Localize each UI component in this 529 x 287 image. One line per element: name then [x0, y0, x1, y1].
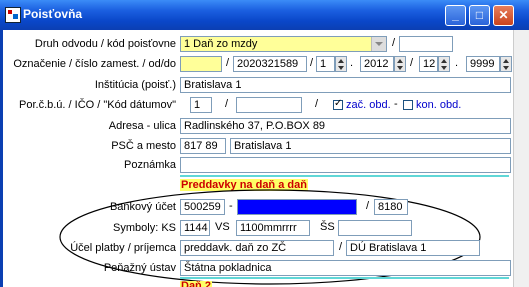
ks-input[interactable]: 1144 — [180, 220, 210, 236]
bank-account-prefix-input[interactable]: 500259 — [180, 199, 225, 215]
section-separator-2 — [180, 277, 509, 279]
prijemca-input[interactable]: DÚ Bratislava 1 — [346, 240, 480, 256]
vs-input[interactable]: 1100mmrrrr — [236, 220, 310, 236]
bank-label: Bankový účet — [109, 201, 176, 213]
bank-code-input[interactable]: 8180 — [374, 199, 408, 215]
slash-sep-7: / — [366, 200, 370, 212]
penazny-input[interactable]: Štátna pokladnica — [180, 260, 511, 276]
ss-input[interactable] — [338, 220, 412, 236]
bank-account-input[interactable] — [237, 199, 357, 215]
next-header: Daň 2 — [180, 281, 212, 287]
vertical-scrollbar[interactable] — [513, 30, 529, 287]
poistovna-window: Poisťovňa _ □ ✕ Druh odvodu / kód poisťo… — [0, 0, 529, 287]
slash-sep-8: / — [339, 241, 343, 253]
vs-label: VS — [215, 221, 230, 233]
dash-sep-2: - — [229, 200, 233, 212]
penazny-label: Peňažný ústav — [103, 262, 176, 274]
ss-label: ŠS — [320, 221, 335, 233]
symboly-label: Symboly: KS — [113, 222, 176, 234]
ucel-label: Účel platby / príjemca — [70, 242, 176, 254]
ucel-input[interactable]: preddavk. daň zo ZČ — [180, 240, 334, 256]
